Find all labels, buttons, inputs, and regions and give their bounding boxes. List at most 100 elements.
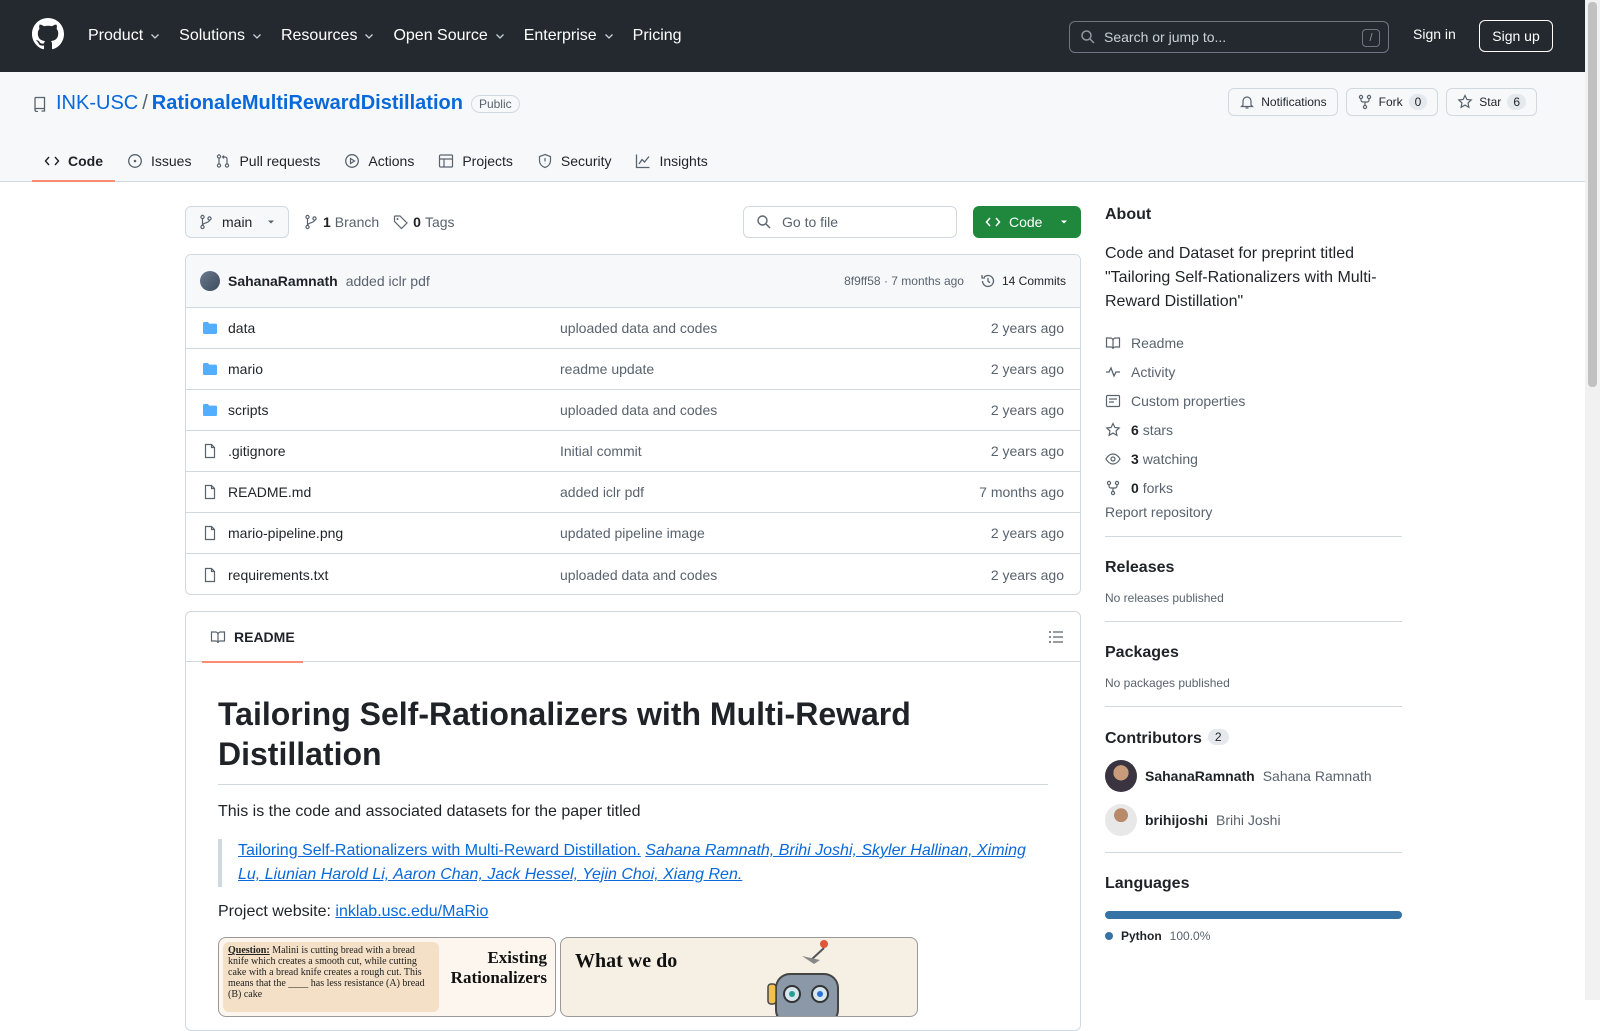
tab-projects[interactable]: Projects bbox=[426, 142, 525, 180]
packages-section: Packages No packages published bbox=[1105, 621, 1402, 690]
tab-issues[interactable]: Issues bbox=[115, 142, 203, 180]
table-row[interactable]: scripts uploaded data and codes 2 years ag… bbox=[186, 390, 1080, 431]
language-item[interactable]: Python 100.0% bbox=[1105, 929, 1402, 943]
repo-title: INK-USC / RationaleMultiRewardDistillati… bbox=[32, 92, 520, 115]
star-button[interactable]: Star 6 bbox=[1446, 88, 1537, 116]
file-commit-message-link[interactable]: uploaded data and codes bbox=[560, 402, 980, 418]
table-row[interactable]: README.md added iclr pdf 7 months ago bbox=[186, 472, 1080, 513]
repo-owner-link[interactable]: INK-USC bbox=[56, 92, 138, 115]
repo-icon bbox=[34, 96, 46, 112]
nav-product[interactable]: Product bbox=[88, 27, 161, 45]
repo-name-link[interactable]: RationaleMultiRewardDistillation bbox=[152, 92, 463, 115]
table-row[interactable]: mario readme update 2 years ago bbox=[186, 349, 1080, 390]
report-repository-link[interactable]: Report repository bbox=[1105, 504, 1402, 520]
commits-history-link[interactable]: 14 Commits bbox=[980, 273, 1066, 289]
nav-resources[interactable]: Resources bbox=[281, 27, 375, 45]
activity-link[interactable]: Activity bbox=[1105, 357, 1402, 386]
table-icon bbox=[439, 154, 454, 168]
table-of-contents-icon[interactable] bbox=[1048, 629, 1064, 645]
search-shortcut-key: / bbox=[1362, 29, 1380, 47]
contributors-section: Contributors 2 SahanaRamnath Sahana Ramna… bbox=[1105, 706, 1402, 836]
readme-citation: Tailoring Self-Rationalizers with Multi-… bbox=[218, 839, 1048, 887]
file-commit-message-link[interactable]: uploaded data and codes bbox=[560, 320, 980, 336]
contributor-item[interactable]: SahanaRamnath Sahana Ramnath bbox=[1105, 760, 1402, 792]
tab-security[interactable]: Security bbox=[525, 142, 624, 180]
contributor-item[interactable]: brihijoshi Brihi Joshi bbox=[1105, 804, 1402, 836]
table-row[interactable]: data uploaded data and codes 2 years ago bbox=[186, 308, 1080, 349]
file-commit-message-link[interactable]: readme update bbox=[560, 361, 980, 377]
file-icon bbox=[204, 567, 216, 582]
avatar[interactable] bbox=[200, 271, 220, 291]
project-website-link[interactable]: inklab.usc.edu/MaRio bbox=[335, 903, 488, 920]
sign-up-button[interactable]: Sign up bbox=[1479, 20, 1553, 52]
forks-link[interactable]: 0 forks bbox=[1105, 473, 1402, 502]
global-search-input[interactable]: Search or jump to... / bbox=[1069, 21, 1389, 53]
fork-icon bbox=[1358, 94, 1371, 110]
stars-link[interactable]: 6 stars bbox=[1105, 415, 1402, 444]
branches-link[interactable]: 1 Branch bbox=[303, 214, 379, 230]
chevron-down-icon bbox=[604, 34, 613, 39]
contributors-count: 2 bbox=[1207, 729, 1229, 745]
watching-link[interactable]: 3 watching bbox=[1105, 444, 1402, 473]
tags-link[interactable]: 0 Tags bbox=[393, 214, 455, 230]
file-name-link[interactable]: .gitignore bbox=[228, 443, 560, 459]
branch-selector[interactable]: main bbox=[185, 206, 289, 238]
paper-title-link[interactable]: Tailoring Self-Rationalizers with Multi-… bbox=[238, 842, 641, 859]
star-count: 6 bbox=[1507, 94, 1526, 110]
file-name-link[interactable]: requirements.txt bbox=[228, 567, 560, 583]
releases-empty-text: No releases published bbox=[1105, 591, 1224, 605]
readme-tab[interactable]: README bbox=[202, 612, 303, 663]
nav-solutions[interactable]: Solutions bbox=[179, 27, 263, 45]
table-row[interactable]: requirements.txt uploaded data and codes 2… bbox=[186, 554, 1080, 594]
figure-heading: Existing Rationalizers bbox=[450, 948, 547, 987]
tab-pull-requests[interactable]: Pull requests bbox=[203, 142, 332, 180]
notifications-button[interactable]: Notifications bbox=[1228, 88, 1338, 116]
tab-code[interactable]: Code bbox=[32, 142, 115, 182]
github-logo-icon[interactable] bbox=[32, 18, 64, 50]
figure-question-box: Question: Malini is cutting bread with a… bbox=[223, 942, 439, 1012]
search-icon bbox=[1081, 30, 1095, 44]
file-name-link[interactable]: mario-pipeline.png bbox=[228, 525, 560, 541]
file-toolbar: main 1 Branch 0 Tags Go to file Code bbox=[185, 206, 1081, 238]
commit-message-link[interactable]: added iclr pdf bbox=[346, 273, 430, 289]
file-commit-date: 2 years ago bbox=[990, 443, 1064, 459]
issue-icon bbox=[128, 154, 142, 168]
table-row[interactable]: .gitignore Initial commit 2 years ago bbox=[186, 431, 1080, 472]
file-name-link[interactable]: mario bbox=[228, 361, 560, 377]
avatar[interactable] bbox=[1105, 804, 1137, 836]
code-button[interactable]: Code bbox=[973, 206, 1081, 238]
book-icon bbox=[1105, 336, 1121, 349]
nav-open-source[interactable]: Open Source bbox=[393, 27, 505, 45]
avatar[interactable] bbox=[1105, 760, 1137, 792]
nav-enterprise[interactable]: Enterprise bbox=[524, 27, 615, 45]
file-name-link[interactable]: scripts bbox=[228, 402, 560, 418]
packages-heading[interactable]: Packages bbox=[1105, 644, 1402, 662]
table-row[interactable]: mario-pipeline.png updated pipeline image… bbox=[186, 513, 1080, 554]
sign-in-link[interactable]: Sign in bbox=[1413, 26, 1456, 42]
go-to-file-input[interactable]: Go to file bbox=[743, 206, 957, 238]
file-icon bbox=[204, 443, 216, 459]
tab-actions[interactable]: Actions bbox=[332, 142, 426, 180]
about-heading: About bbox=[1105, 206, 1152, 223]
chevron-down-icon bbox=[151, 34, 160, 39]
scrollbar-thumb[interactable] bbox=[1588, 2, 1597, 387]
contributors-heading[interactable]: Contributors 2 bbox=[1105, 729, 1402, 748]
nav-pricing[interactable]: Pricing bbox=[633, 27, 682, 45]
figure-heading: What we do bbox=[575, 950, 678, 972]
readme-link[interactable]: Readme bbox=[1105, 328, 1402, 357]
file-commit-message-link[interactable]: uploaded data and codes bbox=[560, 567, 980, 583]
branch-icon bbox=[200, 214, 212, 230]
file-name-link[interactable]: README.md bbox=[228, 484, 560, 500]
file-commit-message-link[interactable]: added iclr pdf bbox=[560, 484, 980, 500]
releases-heading[interactable]: Releases bbox=[1105, 559, 1402, 577]
star-icon bbox=[1457, 94, 1473, 109]
commit-hash-time[interactable]: 8f9ff58 · 7 months ago bbox=[844, 274, 964, 288]
file-name-link[interactable]: data bbox=[228, 320, 560, 336]
fork-button[interactable]: Fork 0 bbox=[1345, 88, 1439, 116]
tab-insights[interactable]: Insights bbox=[623, 142, 719, 180]
page-scrollbar[interactable] bbox=[1585, 0, 1600, 1000]
file-commit-message-link[interactable]: Initial commit bbox=[560, 443, 980, 459]
custom-properties-link[interactable]: Custom properties bbox=[1105, 386, 1402, 415]
commit-author-link[interactable]: SahanaRamnath bbox=[228, 273, 338, 289]
file-commit-message-link[interactable]: updated pipeline image bbox=[560, 525, 980, 541]
